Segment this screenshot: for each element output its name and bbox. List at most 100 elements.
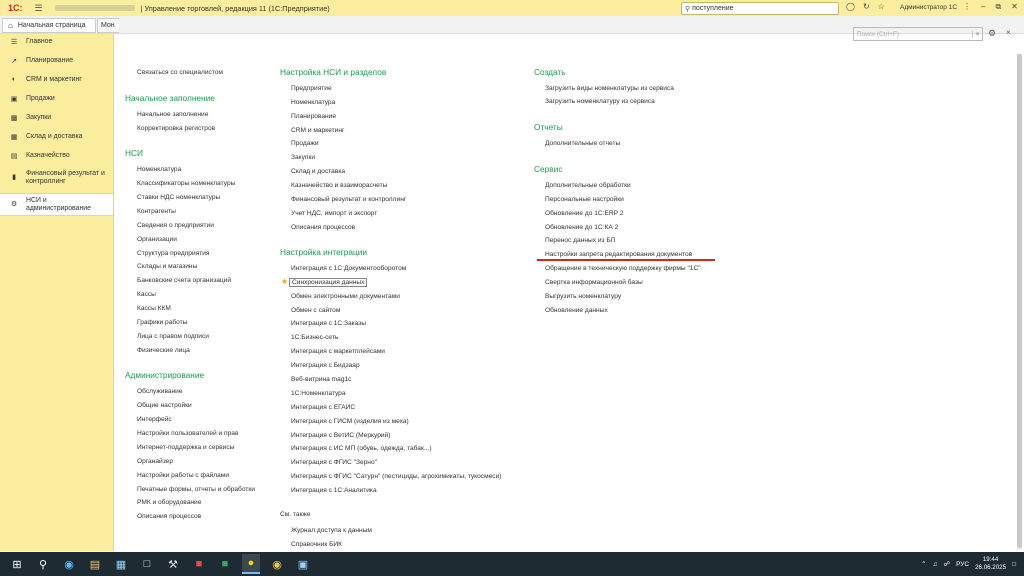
link-item[interactable]: Лица с правом подписи	[137, 333, 209, 340]
global-search-field[interactable]: ⚲ поступление	[681, 2, 839, 15]
link-item[interactable]: Графики работы	[137, 319, 187, 326]
link-item[interactable]: Интеграция с ИС МП (обувь, одежда, табак…	[291, 445, 432, 452]
link-item[interactable]: Настройки пользователей и прав	[137, 430, 238, 437]
link-item[interactable]: Классификаторы номенклатуры	[137, 180, 235, 187]
main-menu-icon[interactable]: ☰	[35, 3, 43, 14]
sidebar-item-finance[interactable]: ▮ Финансовый результат и контроллинг	[0, 170, 113, 186]
chevron-up-icon[interactable]: ⌃	[921, 560, 926, 568]
link-item-selected[interactable]: Синхронизация данных	[289, 278, 368, 287]
edge-browser-icon[interactable]: ◉	[60, 555, 78, 573]
link-item[interactable]: Обновление до 1С:КА 2	[545, 224, 618, 231]
link-item[interactable]: Интерфейс	[137, 416, 172, 423]
link-item[interactable]: Обмен с сайтом	[291, 307, 340, 314]
sidebar-item-crm[interactable]: ◐ CRM и маркетинг	[0, 76, 113, 83]
link-item[interactable]: Обслуживание	[137, 388, 183, 395]
notifications-icon[interactable]: □	[1012, 561, 1016, 568]
sidebar-item-admin[interactable]: ⚙ НСИ и администрирование	[0, 193, 113, 216]
volume-icon[interactable]: ♫	[933, 561, 938, 568]
settings-gear-icon[interactable]: ⚙	[988, 28, 996, 39]
vertical-scrollbar[interactable]	[1017, 54, 1022, 550]
link-item[interactable]: Описания процессов	[291, 224, 355, 231]
link-item[interactable]: Финансовый результат и контроллинг	[291, 196, 406, 203]
link-item[interactable]: Обращение в техническую поддержку фирмы …	[545, 265, 701, 272]
link-item[interactable]: Интеграция с Бидзаар	[291, 362, 360, 369]
sidebar-item-sales[interactable]: ▣ Продажи	[0, 95, 113, 103]
network-icon[interactable]: ☍	[943, 560, 950, 568]
chrome-icon[interactable]: ◉	[268, 555, 286, 573]
link-item[interactable]: Сведения о предприятии	[137, 222, 214, 229]
link-item[interactable]: Предприятие	[291, 85, 332, 92]
panel-search-input[interactable]: Поиск (Ctrl+F) ×	[853, 27, 983, 41]
link-item[interactable]: Склады и магазины	[137, 263, 197, 270]
link-item[interactable]: Персональные настройки	[545, 196, 624, 203]
current-user[interactable]: Администратор 1С	[900, 4, 957, 11]
link-item[interactable]: Загрузить номенклатуру из сервиса	[545, 98, 655, 105]
more-icon[interactable]: ⋮	[963, 2, 971, 12]
link-item[interactable]: Банковские счета организаций	[137, 277, 231, 284]
link-item-edit-lock-settings[interactable]: Настройки запрета редактирования докумен…	[545, 251, 692, 258]
link-item[interactable]: Закупки	[291, 154, 315, 161]
search-icon[interactable]: ⚲	[34, 555, 52, 573]
link-item[interactable]: Планирование	[291, 113, 336, 120]
keyboard-layout[interactable]: РУС	[956, 561, 969, 568]
close-window-icon[interactable]: ✕	[1011, 2, 1018, 12]
rdp-icon[interactable]: ▣	[294, 555, 312, 573]
link-item[interactable]: Перенос данных из БП	[545, 237, 615, 244]
sidebar-item-treasury[interactable]: ▤ Казначейство	[0, 152, 113, 160]
link-item[interactable]: Физические лица	[137, 347, 190, 354]
sidebar-item-purchases[interactable]: ▩ Закупки	[0, 114, 113, 122]
excel-icon[interactable]: ■	[216, 555, 234, 573]
sidebar-item-planning[interactable]: ↗ Планирование	[0, 57, 113, 65]
link-item[interactable]: Интеграция с 1С:Заказы	[291, 320, 366, 327]
link-item[interactable]: Общие настройки	[137, 402, 192, 409]
link-item[interactable]: Учет НДС, импорт и экспорт	[291, 210, 377, 217]
link-item[interactable]: 1С:Номенклатура	[291, 390, 346, 397]
link-item[interactable]: Номенклатура	[291, 99, 335, 106]
link-item[interactable]: Интеграция с 1С:Аналитика	[291, 487, 377, 494]
link-item[interactable]: Интеграция с ВетИС (Меркурий)	[291, 432, 390, 439]
scrollbar-thumb[interactable]	[1017, 54, 1022, 548]
link-item[interactable]: Номенклатура	[137, 166, 181, 173]
link-item[interactable]: РМК и оборудование	[137, 499, 201, 506]
link-item[interactable]: Начальное заполнение	[137, 111, 208, 118]
bell-icon[interactable]: ◯	[846, 2, 855, 11]
pdf-icon[interactable]: ■	[190, 555, 208, 573]
clock[interactable]: 19:44 26.06.2025	[975, 556, 1006, 572]
1c-app-icon[interactable]: ●	[242, 554, 260, 574]
windows-start-icon[interactable]: ⊞	[8, 555, 26, 573]
store-icon[interactable]: ▦	[112, 555, 130, 573]
clear-search-icon[interactable]: ×	[972, 30, 982, 38]
file-explorer-icon[interactable]: ▤	[86, 555, 104, 573]
link-item[interactable]: Веб-витрина mag1c	[291, 376, 351, 383]
link-item[interactable]: Обмен электронными документами	[291, 293, 400, 300]
link-item[interactable]: Казначейство и взаиморасчеты	[291, 182, 387, 189]
link-item[interactable]: Кассы	[137, 291, 156, 298]
link-item[interactable]: Дополнительные отчеты	[545, 140, 620, 147]
link-item[interactable]: Корректировка регистров	[137, 125, 215, 132]
link-item[interactable]: Интеграция с 1С:Документооборотом	[291, 265, 406, 272]
link-item[interactable]: Обновление до 1С:ERP 2	[545, 210, 623, 217]
link-item[interactable]: Дополнительные обработки	[545, 182, 631, 189]
link-item[interactable]: 1С:Бизнес-сеть	[291, 334, 338, 341]
link-item[interactable]: Настройки работы с файлами	[137, 472, 229, 479]
sidebar-item-warehouse[interactable]: ▦ Склад и доставка	[0, 133, 113, 141]
minimize-icon[interactable]: –	[981, 2, 985, 12]
close-panel-icon[interactable]: ×	[1006, 28, 1011, 37]
link-item[interactable]: Свертка информационной базы	[545, 279, 643, 286]
link-item[interactable]: Организации	[137, 236, 177, 243]
link-item[interactable]: Справочник БИК	[291, 541, 342, 548]
link-item[interactable]: Описания процессов	[137, 513, 201, 520]
favorite-star-icon[interactable]: ★	[281, 277, 288, 286]
tools-icon[interactable]: ⚒	[164, 555, 182, 573]
star-icon[interactable]: ☆	[878, 2, 885, 11]
link-item[interactable]: Продажи	[291, 140, 319, 147]
notepad-icon[interactable]: □	[138, 555, 156, 573]
tab-home[interactable]: ⌂ Начальная страница	[2, 18, 96, 33]
link-item[interactable]: Склад и доставка	[291, 168, 345, 175]
link-item[interactable]: Контрагенты	[137, 208, 176, 215]
link-item[interactable]: Печатные формы, отчеты и обработки	[137, 486, 255, 493]
link-item[interactable]: Интеграция с маркетплейсами	[291, 348, 385, 355]
link-item[interactable]: Интеграция с ФГИС "Сатурн" (пестициды, а…	[291, 473, 501, 480]
link-contact-specialist[interactable]: Связаться со специалистом	[137, 69, 223, 76]
link-item[interactable]: CRM и маркетинг	[291, 127, 344, 134]
